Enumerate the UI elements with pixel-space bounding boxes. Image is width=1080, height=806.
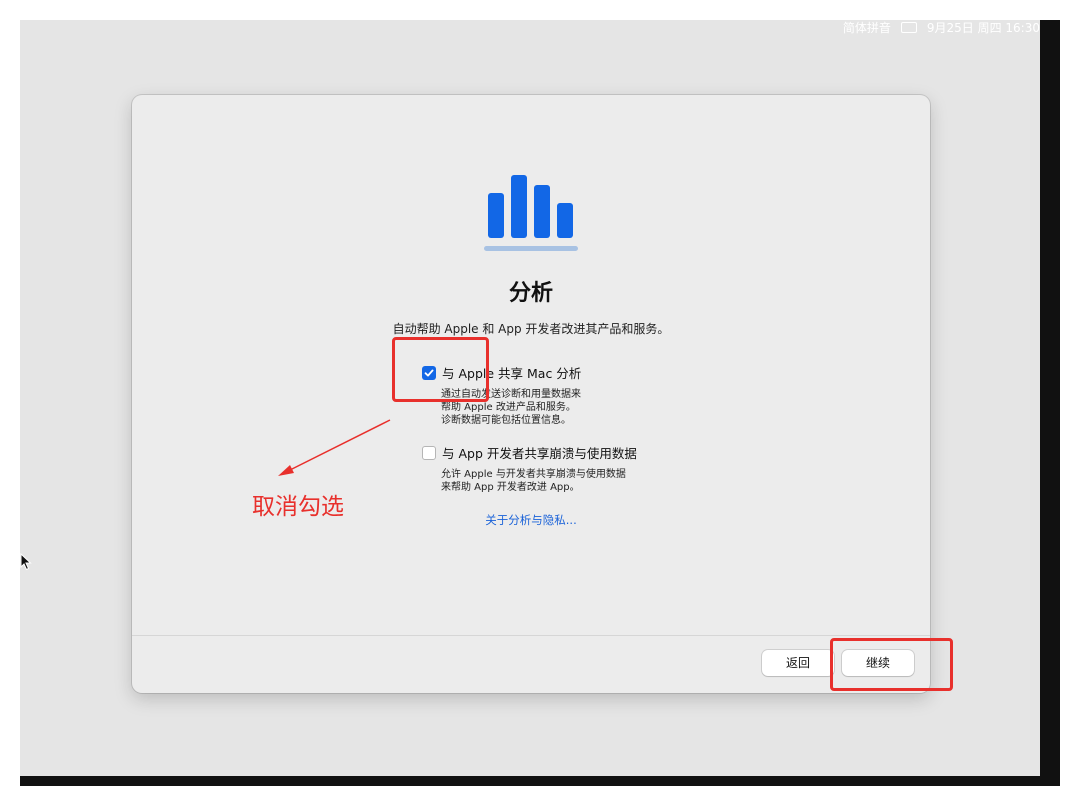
keyboard-icon[interactable] [900,21,917,33]
input-method-label[interactable]: 简体拼音 [843,19,891,36]
annotation-highlight-checkbox [392,337,489,402]
menubar-datetime[interactable]: 9月25日 周四 16:30 [927,19,1040,36]
page-subtitle: 自动帮助 Apple 和 App 开发者改进其产品和服务。 [392,322,670,336]
share-with-developers-checkbox[interactable] [422,445,436,460]
screen-border-bottom [20,776,1060,786]
description-line: 诊断数据可能包括位置信息。 [441,415,571,426]
setup-assistant-window: 分析 自动帮助 Apple 和 App 开发者改进其产品和服务。 与 Apple… [132,95,930,693]
footer-divider [132,635,930,636]
annotation-arrow-icon [278,419,391,476]
share-with-developers-option[interactable]: 与 App 开发者共享崩溃与使用数据 [422,443,637,462]
share-with-developers-description: 允许 Apple 与开发者共享崩溃与使用数据 来帮助 App 开发者改进 App… [441,468,626,494]
description-line: 帮助 Apple 改进产品和服务。 [441,402,576,413]
back-button[interactable]: 返回 [762,650,834,676]
analytics-bar-chart-icon [484,175,578,251]
menu-bar-status: 简体拼音 9月25日 周四 16:30 [843,19,1040,36]
page-title: 分析 [508,281,553,306]
mouse-pointer-icon [20,553,32,571]
share-with-developers-label[interactable]: 与 App 开发者共享崩溃与使用数据 [442,443,637,462]
screen-border-right [1040,20,1060,786]
annotation-label: 取消勾选 [252,494,344,520]
description-line: 允许 Apple 与开发者共享崩溃与使用数据 [441,469,626,480]
annotation-highlight-continue [830,638,953,691]
description-line: 来帮助 App 开发者改进 App。 [441,482,580,493]
